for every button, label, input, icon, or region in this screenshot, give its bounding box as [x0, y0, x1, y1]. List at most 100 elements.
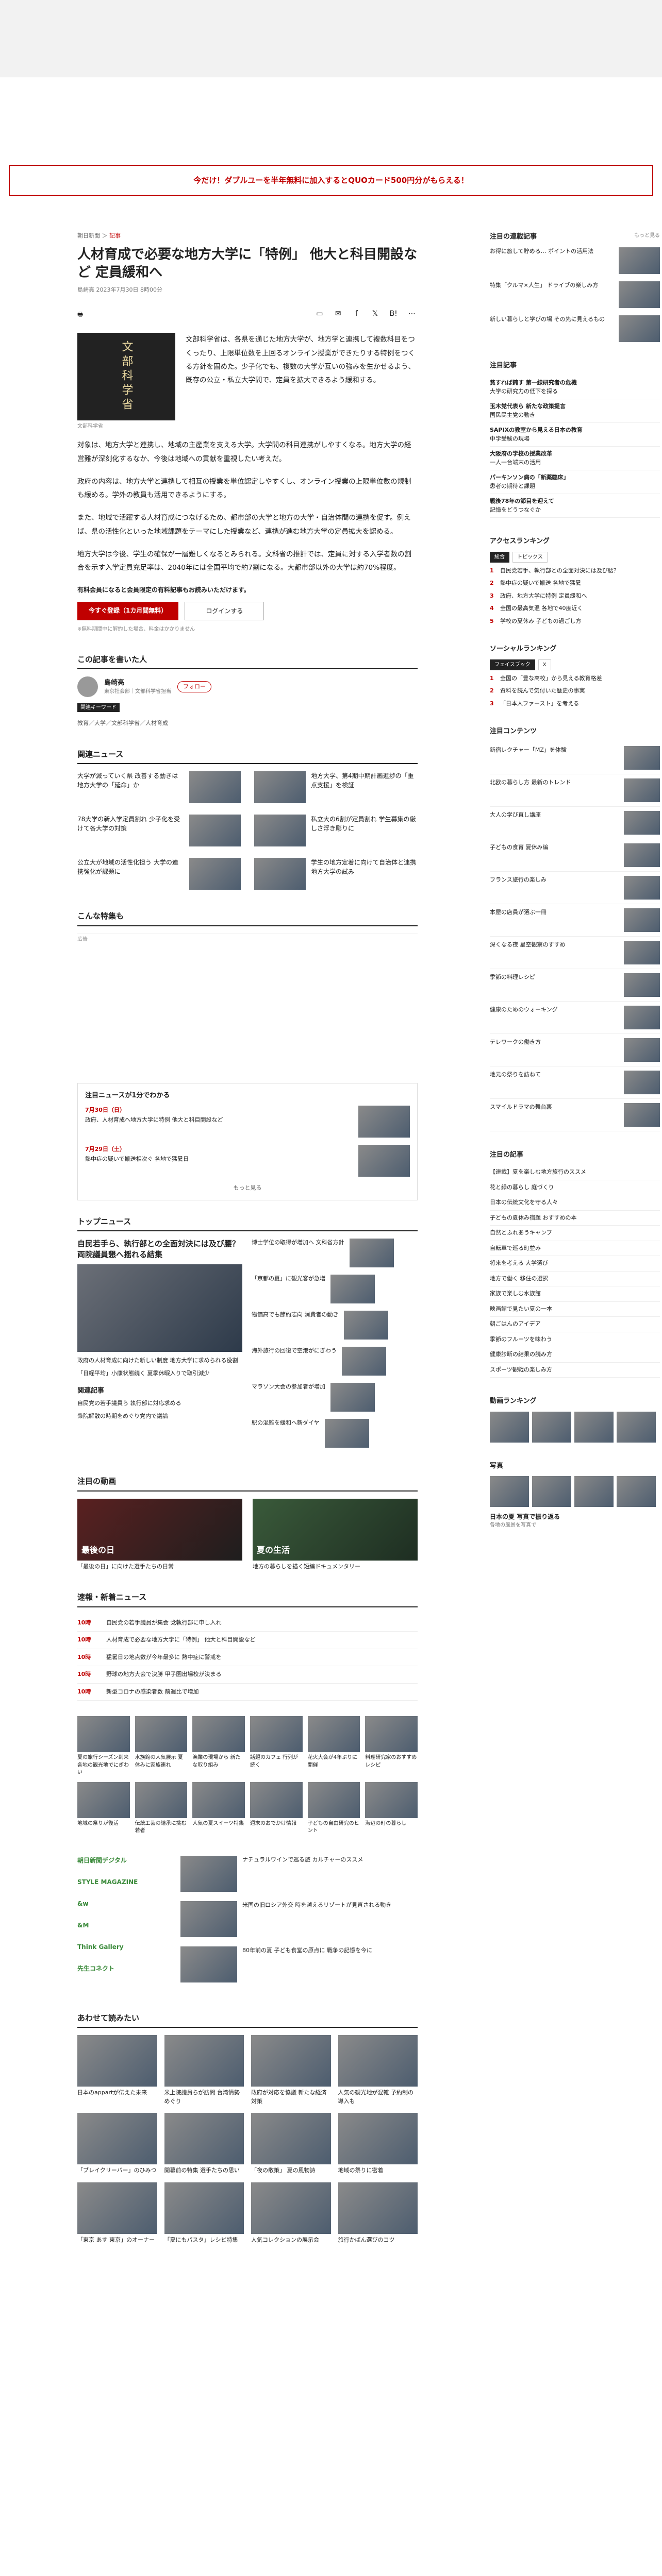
list-item[interactable]: 季節のフルーツを味わう — [490, 1332, 660, 1347]
recommend-card[interactable]: 米上院議員らが訪問 台湾情勢めぐり — [164, 2035, 244, 2106]
topnews-item[interactable]: 「京都の夏」に観光客が急増 — [252, 1275, 417, 1304]
column-item[interactable]: 北欧の暮らし方 最新のトレンド — [490, 774, 660, 807]
feature-card[interactable]: 海辺の町の暮らし — [365, 1782, 418, 1835]
author-name[interactable]: 島崎亮 — [104, 678, 171, 688]
recommend-card[interactable]: 地域の祭りに密着 — [338, 2113, 418, 2175]
brand-logo[interactable]: &M — [77, 1921, 170, 1930]
photo-thumb[interactable] — [574, 1476, 614, 1507]
brand-logo[interactable]: Think Gallery — [77, 1942, 170, 1952]
topnews-item[interactable]: マラソン大会の参加者が増加 — [252, 1383, 417, 1412]
rank-item[interactable]: 3 「日本人ファースト」を考える — [490, 700, 660, 708]
video-card[interactable]: 最後の日 「最後の日」に向けた選手たちの日常 — [77, 1498, 242, 1571]
facebook-icon[interactable]: f — [351, 309, 362, 319]
rank-item[interactable]: 5 学校の夏休み 子どもの過ごし方 — [490, 617, 660, 626]
promo-item[interactable]: 米国の旧ロシア外交 時を越えるリゾートが見直される動き — [180, 1901, 418, 1937]
sidebar-article[interactable]: 貧すれば鈍す 第一線研究者の危機 大学の研究力の低下を探る — [490, 376, 660, 399]
recommend-card[interactable]: 「夏にもパスタ」レシピ特集 — [164, 2182, 244, 2245]
topnews-item[interactable]: 博士学位の取得が増加へ 文科省方針 — [252, 1239, 417, 1268]
video-card[interactable]: 夏の生活 地方の暮らしを描く短編ドキュメンタリー — [253, 1498, 418, 1571]
follow-button[interactable]: フォロー — [177, 681, 211, 693]
video-rank-thumb[interactable] — [490, 1411, 529, 1443]
column-item[interactable]: 季節の料理レシピ — [490, 969, 660, 1002]
breaking-item[interactable]: 10時 自民党の若手議員が集会 党執行部に申し入れ — [77, 1615, 418, 1632]
topnews-item[interactable]: 物価高でも節約志向 消費者の動き — [252, 1311, 417, 1340]
related-item[interactable]: 大学が減っていく県 改善する動きは地方大学の「延命」か — [77, 771, 241, 804]
sidebar-article[interactable]: 大阪府の学校の授業改革 一人一台端末の活用 — [490, 447, 660, 470]
topnews-item[interactable]: 海外旅行の回復で空港がにぎわう — [252, 1347, 417, 1376]
rank-item[interactable]: 1 全国の「豊な高校」から見える教育格差 — [490, 674, 660, 683]
timeline-item[interactable]: 7月30日（日） 政府、人材育成へ地方大学に特例 他大と科目開設など — [85, 1106, 410, 1138]
column-item[interactable]: 地元の祭りを訪ねて — [490, 1066, 660, 1099]
feature-card[interactable]: 伝統工芸の継承に挑む若者 — [135, 1782, 188, 1835]
recommend-card[interactable]: 政府が対応を協議 新たな経済対策 — [251, 2035, 331, 2106]
column-item[interactable]: フランス旅行の楽しみ — [490, 872, 660, 904]
brand-logo[interactable]: &w — [77, 1899, 170, 1908]
recommend-card[interactable]: 「ブレイクリーバー」のひみつ — [77, 2113, 157, 2175]
recommend-card[interactable]: 人気コレクションの展示会 — [251, 2182, 331, 2245]
list-item[interactable]: 将来を考える 大学選び — [490, 1256, 660, 1272]
keyword-tags[interactable]: 教育／大学／文部科学省／人材育成 — [77, 719, 418, 728]
feature-card[interactable]: 料理研究家のおすすめレシピ — [365, 1716, 418, 1777]
feature-card[interactable]: 人気の夏スイーツ特集 — [192, 1782, 245, 1835]
recommend-card[interactable]: 日本のappartが伝えた未来 — [77, 2035, 157, 2106]
sidebar-article[interactable]: 戦後78年の節目を迎えて 記憶をどうつなぐか — [490, 494, 660, 518]
column-item[interactable]: 大人の学び直し講座 — [490, 807, 660, 839]
list-item[interactable]: 日本の伝統文化を守る人々 — [490, 1195, 660, 1211]
tab-topics[interactable]: トピックス — [512, 551, 548, 563]
related-item[interactable]: 公立大が地域の活性化担う 大学の連携強化が課題に — [77, 858, 241, 890]
tab-facebook[interactable]: フェイスブック — [490, 659, 535, 670]
list-item[interactable]: 【連載】夏を楽しむ地方旅行のススメ — [490, 1165, 660, 1180]
feature-card[interactable]: 漁業の現場から 新たな取り組み — [192, 1716, 245, 1777]
list-item[interactable]: 健康診断の結果の読み方 — [490, 1347, 660, 1363]
rank-item[interactable]: 2 熱中症の疑いで搬送 各地で猛暑 — [490, 579, 660, 588]
tab-overall[interactable]: 総合 — [490, 551, 509, 563]
promo-item[interactable]: 80年前の夏 子ども食堂の原点に 戦争の記憶を今に — [180, 1946, 418, 1982]
feature-card[interactable]: 水族館の人気展示 夏休みに家族連れ — [135, 1716, 188, 1777]
topnews-item[interactable]: 駅の混雑を緩和へ新ダイヤ — [252, 1419, 417, 1448]
tab-x[interactable]: X — [538, 659, 551, 670]
photo-thumb[interactable] — [617, 1476, 656, 1507]
login-button[interactable]: ログインする — [185, 601, 264, 620]
feature-card[interactable]: 花火大会が4年ぶりに開催 — [307, 1716, 360, 1777]
feature-card[interactable]: 地域の祭りが復活 — [77, 1782, 130, 1835]
sidebar-article[interactable]: SAPIXの教室から見える日本の教育 中学受験の現場 — [490, 423, 660, 447]
bookmark-icon[interactable]: ▭ — [314, 309, 325, 319]
column-item[interactable]: 健康のためのウォーキング — [490, 1002, 660, 1034]
hatena-icon[interactable]: B! — [388, 309, 399, 319]
topnews-list-item[interactable]: 「日経平均」小康状態続く 夏季休暇入りで取引減少 — [77, 1369, 242, 1379]
list-item[interactable]: 地方で働く 移住の選択 — [490, 1272, 660, 1286]
rank-item[interactable]: 3 政府、地方大学に特例 定員緩和へ — [490, 592, 660, 601]
timeline-item[interactable]: 7月29日（土） 熱中症の疑いで搬送相次ぐ 各地で猛暑日 — [85, 1145, 410, 1177]
print-icon[interactable]: 🖶 — [77, 310, 83, 319]
column-item[interactable]: 新宿レクチャー「MZ」を体験 — [490, 742, 660, 774]
column-item[interactable]: 深くなる夜 星空観察のすすめ — [490, 937, 660, 969]
rank-item[interactable]: 4 全国の最高気温 各地で40度近く — [490, 604, 660, 613]
list-item[interactable]: 自転車で巡る町並み — [490, 1241, 660, 1256]
related-article-item[interactable]: 衆院解散の時期をめぐり党内で議論 — [77, 1412, 242, 1421]
recommend-card[interactable]: 開幕前の特集 選手たちの思い — [164, 2113, 244, 2175]
photo-strip[interactable] — [490, 1476, 660, 1507]
related-item[interactable]: 学生の地方定着に向けて自治体と連携 地方大学の試み — [254, 858, 418, 890]
topnews-list-item[interactable]: 政府の人材育成に向けた新しい制度 地方大学に求められる役割 — [77, 1356, 242, 1366]
campaign-banner[interactable]: 今だけ！ダブルユーを半年無料に加入するとQUOカード500円分がもらえる！ — [9, 165, 653, 196]
related-item[interactable]: 78大学の新入学定員割れ 少子化を受けて各大学の対策 — [77, 815, 241, 847]
subscribe-button[interactable]: 今すぐ登録（1カ月間無料） — [77, 601, 179, 620]
breaking-item[interactable]: 10時 人材育成で必要な地方大学に「特例」 他大と科目開設など — [77, 1632, 418, 1649]
recommend-card[interactable]: 人気の観光地が混雑 予約制の導入も — [338, 2035, 418, 2106]
breadcrumb-item[interactable]: 記事 — [109, 232, 121, 239]
sidebar-topic-item[interactable]: お得に旅して貯める… ポイントの活用法 — [490, 247, 660, 274]
list-item[interactable]: 家族で楽しむ水族館 — [490, 1286, 660, 1302]
recommend-card[interactable]: 「夜の散策」 夏の風物詩 — [251, 2113, 331, 2175]
column-item[interactable]: 本屋の店員が選ぶ一冊 — [490, 904, 660, 937]
more-link[interactable]: もっと見る — [634, 232, 660, 242]
breaking-item[interactable]: 10時 猛暑日の地点数が今年最多に 熱中症に警戒を — [77, 1649, 418, 1667]
video-ranking-strip[interactable] — [490, 1411, 660, 1443]
list-item[interactable]: 朝ごはんのアイデア — [490, 1317, 660, 1332]
brand-logo[interactable]: 朝日新聞デジタル — [77, 1856, 170, 1865]
column-item[interactable]: 子どもの食育 夏休み編 — [490, 839, 660, 872]
feature-card[interactable]: 話題のカフェ 行列が続く — [250, 1716, 303, 1777]
recommend-card[interactable]: 「東京 あす 東京」のオーナー — [77, 2182, 157, 2245]
feature-card[interactable]: 夏の旅行シーズン到来 各地の観光地でにぎわい — [77, 1716, 130, 1777]
rank-item[interactable]: 2 資料を読んで気付いた歴史の事実 — [490, 687, 660, 696]
column-item[interactable]: スマイルドラマの舞台裏 — [490, 1099, 660, 1131]
